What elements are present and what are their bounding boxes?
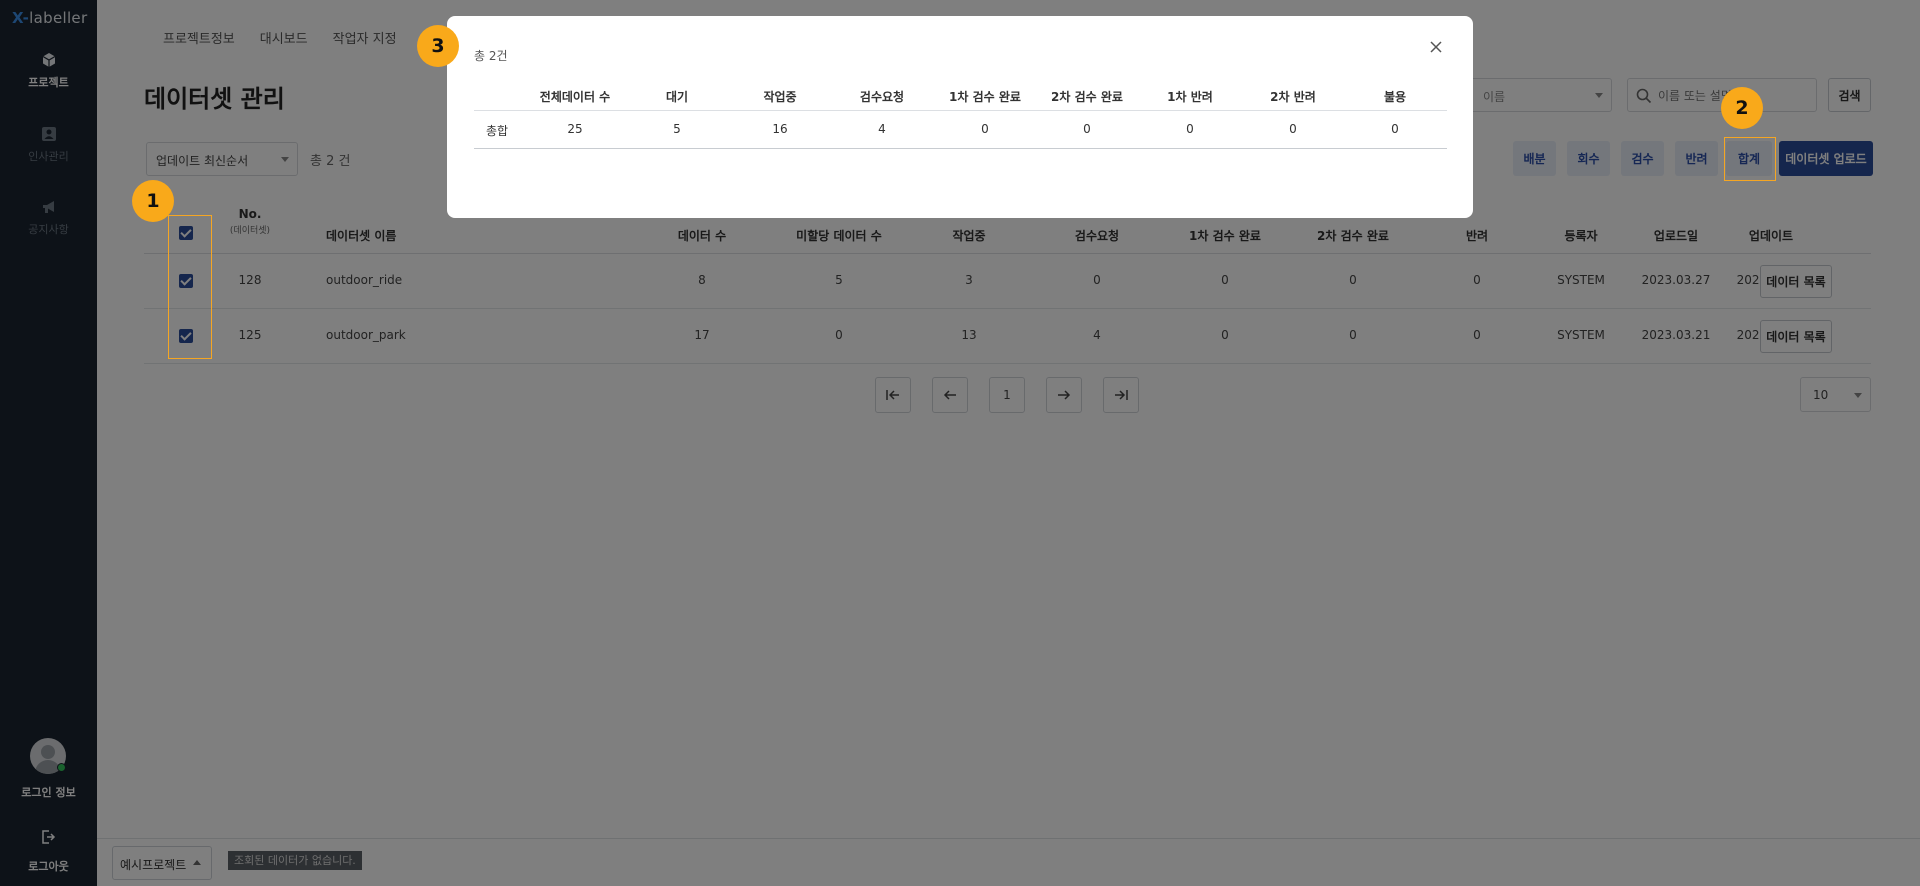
modal-table-header: 전체데이터 수 대기 작업중 검수요청 1차 검수 완료 2차 검수 완료 1차… [474,81,1447,111]
cell-reject2: 0 [1289,122,1297,136]
annotation-badge-3: 3 [417,25,459,67]
col-review-request: 검수요청 [859,90,905,104]
close-icon[interactable] [1429,40,1443,54]
col-review1-done: 1차 검수 완료 [949,90,1021,104]
annotation-badge-1: 1 [132,180,174,222]
col-total-data: 전체데이터 수 [539,90,611,104]
cell-total-data: 25 [567,122,583,136]
col-unused: 불용 [1383,90,1407,104]
row-label-total: 총합 [486,124,509,138]
cell-unused: 0 [1391,122,1399,136]
col-reject2: 2차 반려 [1270,90,1316,104]
highlight-sum-button [1724,137,1776,181]
cell-review1-done: 0 [981,122,989,136]
col-review2-done: 2차 검수 완료 [1051,90,1123,104]
annotation-badge-2: 2 [1721,87,1763,129]
col-reject1: 1차 반려 [1167,90,1213,104]
sum-modal: 총 2건 전체데이터 수 대기 작업중 검수요청 1차 검수 완료 2차 검수 … [447,16,1473,218]
cell-working: 16 [772,122,788,136]
cell-review2-done: 0 [1083,122,1091,136]
cell-waiting: 5 [673,122,681,136]
col-waiting: 대기 [665,90,689,104]
cell-review-request: 4 [878,122,886,136]
col-working: 작업중 [763,90,797,104]
highlight-checkbox-column [168,215,212,359]
modal-table-row: 총합 25 5 16 4 0 0 0 0 0 [474,111,1447,149]
cell-reject1: 0 [1186,122,1194,136]
modal-total-count: 총 2건 [474,49,508,63]
